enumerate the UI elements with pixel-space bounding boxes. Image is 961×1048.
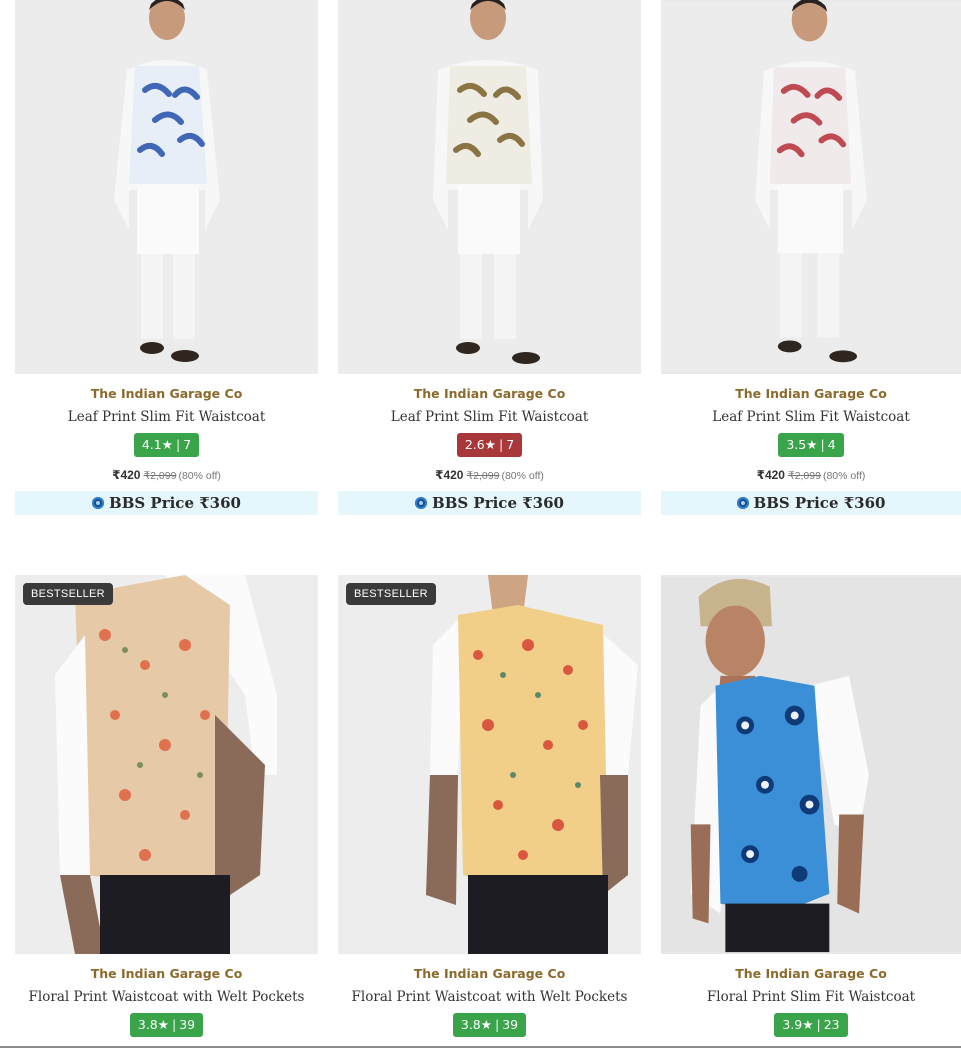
rating-badge: 4.1★ | 7: [133, 433, 200, 457]
bbs-price: BBS Price ₹360: [432, 494, 564, 512]
current-price: ₹420: [435, 468, 464, 482]
product-photo: [15, 575, 318, 954]
product-image[interactable]: [661, 0, 961, 374]
product-card[interactable]: The Indian Garage Co Floral Print Slim F…: [661, 575, 961, 1037]
rating-value: 4.1: [141, 437, 162, 452]
bbs-price-bar: BBS Price ₹360: [661, 491, 961, 515]
price-row: ₹420 ₹2,099 (80% off): [661, 467, 961, 483]
star-icon: ★: [161, 437, 173, 452]
rating-separator: |: [820, 437, 825, 452]
product-brand: The Indian Garage Co: [413, 966, 566, 981]
review-count: 39: [502, 1017, 519, 1032]
product-card[interactable]: The Indian Garage Co Leaf Print Slim Fit…: [661, 0, 961, 515]
price-row: ₹420 ₹2,099 (80% off): [15, 467, 318, 483]
rating-value: 2.6: [464, 437, 485, 452]
product-name[interactable]: Floral Print Slim Fit Waistcoat: [661, 988, 961, 1006]
product-name[interactable]: Leaf Print Slim Fit Waistcoat: [15, 408, 318, 426]
review-count: 7: [506, 437, 515, 452]
review-count: 4: [827, 437, 836, 452]
product-photo: [338, 575, 641, 954]
product-image[interactable]: [15, 0, 318, 374]
product-card[interactable]: The Indian Garage Co Leaf Print Slim Fit…: [15, 0, 318, 515]
rating-value: 3.8: [137, 1017, 158, 1032]
product-image[interactable]: BESTSELLER: [338, 575, 641, 954]
product-brand: The Indian Garage Co: [735, 386, 887, 401]
rating-badge: 3.5★ | 4: [778, 433, 844, 457]
rating-value: 3.5: [786, 437, 807, 452]
original-price: ₹2,099: [787, 470, 821, 482]
product-photo: [661, 0, 961, 373]
star-icon: ★: [802, 1017, 814, 1032]
product-card[interactable]: The Indian Garage Co Leaf Print Slim Fit…: [338, 0, 641, 515]
rating-badge: 3.9★ | 23: [774, 1013, 848, 1037]
bbs-price: BBS Price ₹360: [753, 494, 886, 512]
discount-percent: (80% off): [822, 470, 866, 482]
bbs-price-bar: BBS Price ₹360: [15, 491, 318, 515]
product-name[interactable]: Leaf Print Slim Fit Waistcoat: [338, 408, 641, 426]
product-brand: The Indian Garage Co: [413, 386, 566, 401]
product-name[interactable]: Floral Print Waistcoat with Welt Pockets: [338, 988, 641, 1006]
product-card[interactable]: BESTSELLER The Indian Garage Co Floral P…: [338, 575, 641, 1037]
original-price: ₹2,099: [466, 470, 500, 482]
discount-percent: (80% off): [501, 470, 544, 482]
star-icon: ★: [806, 437, 818, 452]
bbs-icon: [92, 497, 105, 509]
rating-separator: |: [494, 1017, 500, 1032]
review-count: 7: [183, 437, 192, 452]
product-image[interactable]: BESTSELLER: [15, 575, 318, 954]
rating-separator: |: [498, 437, 504, 452]
review-count: 39: [179, 1017, 196, 1032]
product-name[interactable]: Floral Print Waistcoat with Welt Pockets: [15, 988, 318, 1006]
rating-badge: 2.6★ | 7: [456, 433, 523, 457]
original-price: ₹2,099: [143, 470, 177, 482]
bbs-icon: [736, 497, 749, 509]
discount-percent: (80% off): [178, 470, 221, 482]
rating-badge: 3.8★ | 39: [129, 1013, 204, 1037]
star-icon: ★: [157, 1017, 169, 1032]
product-image[interactable]: [338, 0, 641, 374]
current-price: ₹420: [112, 468, 141, 482]
star-icon: ★: [480, 1017, 492, 1032]
rating-value: 3.9: [782, 1017, 803, 1032]
product-image[interactable]: [661, 575, 961, 954]
product-brand: The Indian Garage Co: [90, 386, 243, 401]
product-name[interactable]: Leaf Print Slim Fit Waistcoat: [661, 408, 961, 426]
rating-separator: |: [171, 1017, 177, 1032]
bbs-price: BBS Price ₹360: [109, 494, 241, 512]
rating-separator: |: [816, 1017, 821, 1032]
product-photo: [15, 0, 318, 374]
product-card[interactable]: BESTSELLER The Indian Garage Co Floral P…: [15, 575, 318, 1037]
product-grid: The Indian Garage Co Leaf Print Slim Fit…: [0, 0, 961, 1048]
price-row: ₹420 ₹2,099 (80% off): [338, 467, 641, 483]
bbs-price-bar: BBS Price ₹360: [338, 491, 641, 515]
product-photo: [338, 0, 641, 374]
rating-separator: |: [175, 437, 181, 452]
bestseller-badge: BESTSELLER: [346, 583, 436, 605]
rating-badge: 3.8★ | 39: [452, 1013, 527, 1037]
bbs-icon: [415, 497, 428, 509]
current-price: ₹420: [756, 468, 785, 482]
product-brand: The Indian Garage Co: [90, 966, 243, 981]
review-count: 23: [823, 1017, 840, 1032]
star-icon: ★: [484, 437, 496, 452]
product-photo: [661, 576, 961, 953]
product-brand: The Indian Garage Co: [735, 966, 887, 981]
rating-value: 3.8: [460, 1017, 481, 1032]
bestseller-badge: BESTSELLER: [23, 583, 113, 605]
